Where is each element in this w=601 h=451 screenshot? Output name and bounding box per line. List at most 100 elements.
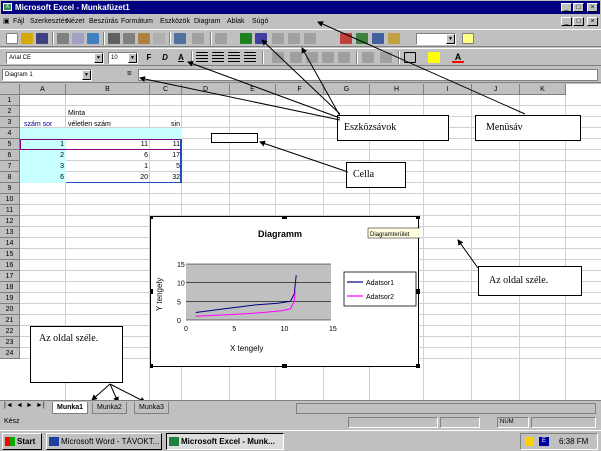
office-assistant-icon[interactable] <box>388 33 400 44</box>
currency-icon[interactable] <box>272 52 284 63</box>
plot-area[interactable] <box>186 264 331 320</box>
align-center-icon[interactable] <box>212 52 224 63</box>
italic-icon[interactable]: D <box>159 52 171 63</box>
chart-title[interactable]: Diagramm <box>258 229 302 239</box>
hyperlink-icon[interactable] <box>215 33 227 44</box>
formula-equals[interactable]: = <box>127 69 132 78</box>
column-header-b[interactable]: B <box>66 84 150 95</box>
doc-close-button[interactable]: × <box>587 17 598 26</box>
help-icon[interactable] <box>462 33 474 44</box>
row-header-14[interactable]: 14 <box>0 238 20 249</box>
column-header-a[interactable]: A <box>20 84 66 95</box>
cell-a3[interactable]: szám sor <box>24 119 64 130</box>
workbook-icon[interactable]: ▣ <box>3 15 10 28</box>
row-header-19[interactable]: 19 <box>0 293 20 304</box>
font-size-combo[interactable]: 10 ▼ <box>108 52 138 64</box>
menu-help[interactable]: Súgó <box>252 15 268 28</box>
row-header-24[interactable]: 24 <box>0 348 20 359</box>
cut-icon[interactable] <box>108 33 120 44</box>
cell-b4[interactable]: 11 <box>66 139 148 150</box>
underline-icon[interactable]: A <box>175 52 187 63</box>
keyboard-layout-icon[interactable]: E <box>539 437 549 446</box>
tab-munka2[interactable]: Munka2 <box>92 402 127 414</box>
web-toolbar-icon[interactable] <box>240 33 252 44</box>
increase-decimal-icon[interactable] <box>322 52 334 63</box>
tab-munka3[interactable]: Munka3 <box>134 402 169 414</box>
borders-icon[interactable] <box>404 52 416 63</box>
print-preview-icon[interactable] <box>72 33 84 44</box>
merge-center-icon[interactable] <box>244 52 256 63</box>
start-button[interactable]: Start <box>2 433 42 450</box>
copy-icon[interactable] <box>123 33 135 44</box>
chart-wizard-icon[interactable] <box>340 33 352 44</box>
column-header-f[interactable]: F <box>276 84 324 95</box>
column-header-g[interactable]: G <box>324 84 370 95</box>
row-header-3[interactable]: 3 <box>0 117 20 128</box>
row-header-5[interactable]: 5 <box>0 139 20 150</box>
name-box[interactable]: Diagram 1 ▼ <box>2 69 92 81</box>
menu-file[interactable]: Fájl <box>13 15 24 28</box>
increase-indent-icon[interactable] <box>380 52 392 63</box>
row-header-22[interactable]: 22 <box>0 326 20 337</box>
zoom-combo[interactable]: ▼ <box>416 33 456 45</box>
autosum-icon[interactable] <box>255 33 267 44</box>
cell-c3[interactable]: sin <box>152 119 180 130</box>
taskbar-item-word[interactable]: Microsoft Word - TÁVOKT... <box>46 433 162 450</box>
column-header-d[interactable]: D <box>182 84 230 95</box>
chart-object[interactable]: Diagramm Diagramterület 0 5 10 15 0 5 10 15 X … <box>150 216 420 368</box>
column-header-i[interactable]: I <box>424 84 472 95</box>
font-color-icon[interactable]: A <box>452 52 464 63</box>
row-header-17[interactable]: 17 <box>0 271 20 282</box>
percent-icon[interactable] <box>290 52 302 63</box>
y-axis-label[interactable]: Y tengely <box>155 278 164 311</box>
column-header-c[interactable]: C <box>150 84 182 95</box>
undo-icon[interactable] <box>174 33 186 44</box>
sort-ascending-icon[interactable] <box>288 33 300 44</box>
menu-view[interactable]: Nézet <box>66 15 84 28</box>
decrease-indent-icon[interactable] <box>362 52 374 63</box>
font-name-combo[interactable]: Arial CE ▼ <box>6 52 104 64</box>
row-header-23[interactable]: 23 <box>0 337 20 348</box>
last-sheet-icon[interactable]: ►| <box>36 402 45 409</box>
row-header-10[interactable]: 10 <box>0 194 20 205</box>
row-header-15[interactable]: 15 <box>0 249 20 260</box>
menu-edit[interactable]: Szerkesztés <box>30 15 68 28</box>
cell-a5[interactable]: 2 <box>20 150 64 161</box>
horizontal-scrollbar[interactable] <box>296 403 596 414</box>
row-header-1[interactable]: 1 <box>0 95 20 106</box>
cell-b2[interactable]: Minta <box>68 108 85 119</box>
drawing-icon[interactable] <box>372 33 384 44</box>
prev-sheet-icon[interactable]: ◄ <box>16 402 23 409</box>
format-painter-icon[interactable] <box>153 33 165 44</box>
row-header-4[interactable]: 4 <box>0 128 20 139</box>
example-cell[interactable] <box>211 133 258 143</box>
cell-a7[interactable]: 6 <box>20 172 64 183</box>
row-header-20[interactable]: 20 <box>0 304 20 315</box>
redo-icon[interactable] <box>192 33 204 44</box>
save-icon[interactable] <box>36 33 48 44</box>
row-header-7[interactable]: 7 <box>0 161 20 172</box>
sort-descending-icon[interactable] <box>304 33 316 44</box>
paste-function-icon[interactable] <box>272 33 284 44</box>
row-header-2[interactable]: 2 <box>0 106 20 117</box>
cell-b7[interactable]: 20 <box>66 172 148 183</box>
paste-icon[interactable] <box>138 33 150 44</box>
select-all-corner[interactable] <box>0 84 20 95</box>
cell-b3[interactable]: véletlen szám <box>68 119 148 130</box>
align-left-icon[interactable] <box>196 52 208 63</box>
row-header-18[interactable]: 18 <box>0 282 20 293</box>
menu-tools[interactable]: Eszközök <box>160 15 190 28</box>
first-sheet-icon[interactable]: |◄ <box>4 402 13 409</box>
row-header-21[interactable]: 21 <box>0 315 20 326</box>
menu-chart[interactable]: Diagram <box>194 15 220 28</box>
map-icon[interactable] <box>356 33 368 44</box>
cell-a6[interactable]: 3 <box>20 161 64 172</box>
open-icon[interactable] <box>21 33 33 44</box>
decrease-decimal-icon[interactable] <box>338 52 350 63</box>
cell-c7[interactable]: 32 <box>150 172 180 183</box>
excel-icon[interactable]: X <box>3 3 12 11</box>
column-header-k[interactable]: K <box>520 84 566 95</box>
comma-icon[interactable] <box>306 52 318 63</box>
cell-b6[interactable]: 1 <box>66 161 148 172</box>
print-icon[interactable] <box>57 33 69 44</box>
